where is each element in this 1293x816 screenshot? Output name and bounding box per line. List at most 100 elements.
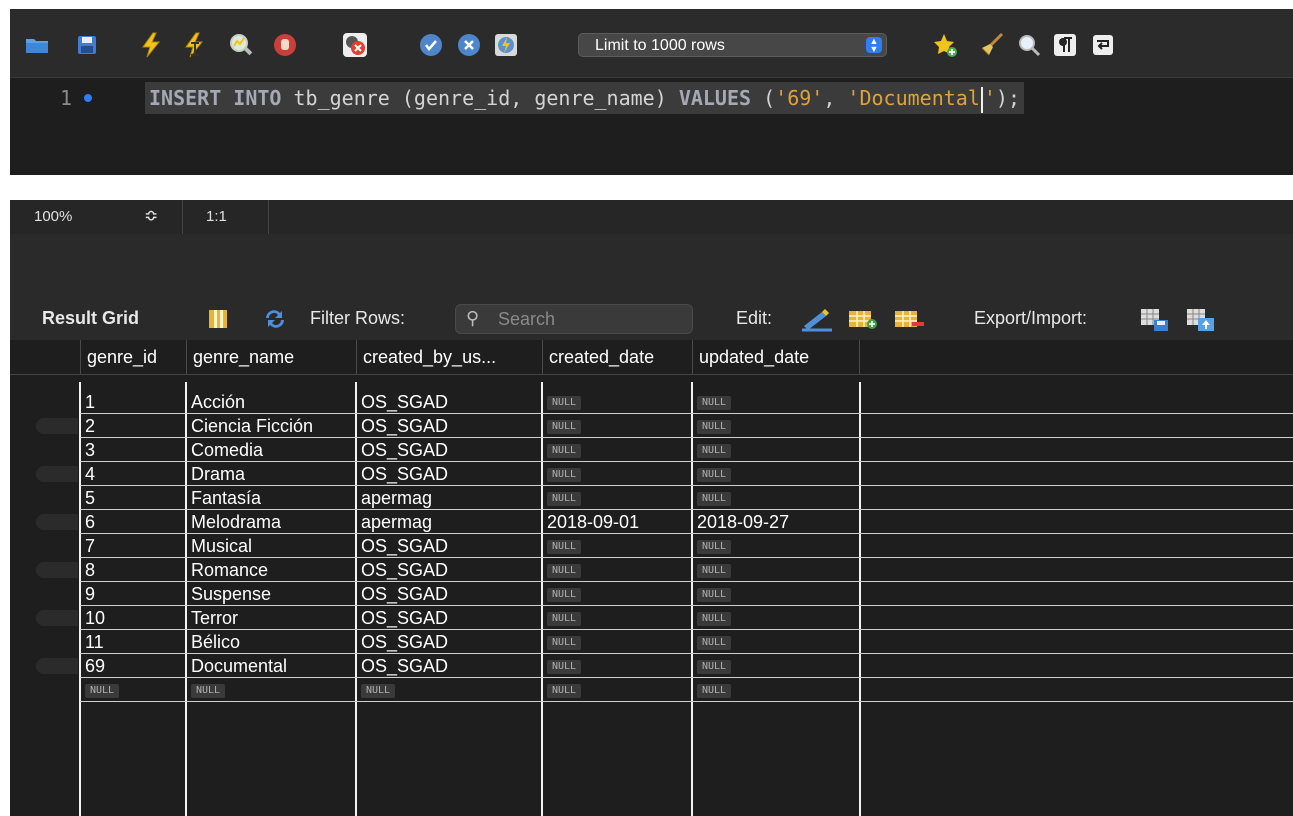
- import-icon[interactable]: [1186, 308, 1214, 331]
- filter-search-input[interactable]: [496, 308, 680, 331]
- cell-created-by-user[interactable]: OS_SGAD: [356, 414, 542, 438]
- cell-created-by-user[interactable]: OS_SGAD: [356, 558, 542, 582]
- sql-statement-line[interactable]: INSERT INTO tb_genre (genre_id, genre_na…: [145, 82, 1025, 114]
- cell-updated-date[interactable]: NULL: [692, 630, 860, 654]
- delete-row-icon[interactable]: [894, 308, 924, 330]
- row-selector[interactable]: [36, 658, 78, 674]
- invisible-chars-icon[interactable]: [1052, 32, 1078, 58]
- cell-updated-date[interactable]: NULL: [692, 486, 860, 510]
- add-row-icon[interactable]: [848, 308, 877, 330]
- cell-genre-name[interactable]: Comedia: [186, 438, 356, 462]
- cell-genre-id[interactable]: 5: [80, 486, 186, 510]
- autocommit-icon[interactable]: [493, 32, 519, 58]
- cell-genre-id[interactable]: 6: [80, 510, 186, 534]
- filter-search-field[interactable]: ⚲: [455, 304, 693, 334]
- cell-genre-name[interactable]: Suspense: [186, 582, 356, 606]
- row-selector[interactable]: [36, 514, 78, 530]
- cell-updated-date[interactable]: 2018-09-27: [692, 510, 860, 534]
- beautify-icon[interactable]: [978, 32, 1004, 58]
- table-row[interactable]: 10 Terror OS_SGAD NULL NULL: [10, 606, 1293, 630]
- row-selector[interactable]: [36, 610, 78, 626]
- cell-genre-id[interactable]: NULL: [80, 678, 186, 702]
- column-header-created-by-user[interactable]: created_by_us...: [356, 340, 542, 374]
- cell-created-date[interactable]: NULL: [542, 654, 692, 678]
- cell-genre-id[interactable]: 7: [80, 534, 186, 558]
- table-row[interactable]: 6 Melodrama apermag 2018-09-01 2018-09-27: [10, 510, 1293, 534]
- cell-created-date[interactable]: NULL: [542, 390, 692, 414]
- cell-genre-name[interactable]: Bélico: [186, 630, 356, 654]
- bookmark-icon[interactable]: [932, 32, 958, 58]
- wrap-icon[interactable]: [1090, 32, 1116, 58]
- cell-genre-name[interactable]: Terror: [186, 606, 356, 630]
- cell-genre-name[interactable]: Melodrama: [186, 510, 356, 534]
- form-view-icon[interactable]: [206, 308, 232, 330]
- table-row[interactable]: 5 Fantasía apermag NULL NULL: [10, 486, 1293, 510]
- export-icon[interactable]: [1140, 308, 1168, 331]
- zoom-level[interactable]: 100%: [34, 208, 72, 225]
- cell-genre-name[interactable]: Drama: [186, 462, 356, 486]
- cell-genre-name[interactable]: Musical: [186, 534, 356, 558]
- cell-created-by-user[interactable]: NULL: [356, 678, 542, 702]
- limit-rows-select[interactable]: Limit to 1000 rows ▲ ▼: [578, 33, 887, 57]
- cell-genre-id[interactable]: 2: [80, 414, 186, 438]
- edit-cell-icon[interactable]: [800, 308, 832, 332]
- toggle-error-icon[interactable]: [342, 32, 368, 58]
- cell-created-date[interactable]: NULL: [542, 606, 692, 630]
- cell-genre-id[interactable]: 69: [80, 654, 186, 678]
- commit-icon[interactable]: [418, 32, 444, 58]
- table-row[interactable]: 11 Bélico OS_SGAD NULL NULL: [10, 630, 1293, 654]
- cell-genre-name[interactable]: Ciencia Ficción: [186, 414, 356, 438]
- cell-genre-name[interactable]: Acción: [186, 390, 356, 414]
- sql-code-area[interactable]: 1 INSERT INTO tb_genre (genre_id, genre_…: [10, 78, 1293, 175]
- cell-created-date[interactable]: NULL: [542, 558, 692, 582]
- cell-created-by-user[interactable]: OS_SGAD: [356, 606, 542, 630]
- cell-created-date[interactable]: NULL: [542, 582, 692, 606]
- rollback-icon[interactable]: [456, 32, 482, 58]
- cell-created-by-user[interactable]: OS_SGAD: [356, 462, 542, 486]
- zoom-stepper-icon[interactable]: ≎: [144, 206, 158, 226]
- cell-genre-id[interactable]: 8: [80, 558, 186, 582]
- cell-genre-name[interactable]: Documental: [186, 654, 356, 678]
- explain-icon[interactable]: [228, 32, 254, 58]
- cell-created-date[interactable]: NULL: [542, 414, 692, 438]
- cell-updated-date[interactable]: NULL: [692, 558, 860, 582]
- execute-icon[interactable]: [138, 32, 164, 58]
- save-icon[interactable]: [74, 32, 100, 58]
- table-row[interactable]: 69 Documental OS_SGAD NULL NULL: [10, 654, 1293, 678]
- row-selector[interactable]: [36, 466, 78, 482]
- table-row[interactable]: 4 Drama OS_SGAD NULL NULL: [10, 462, 1293, 486]
- cell-created-date[interactable]: NULL: [542, 534, 692, 558]
- column-header-created-date[interactable]: created_date: [542, 340, 692, 374]
- table-row[interactable]: 9 Suspense OS_SGAD NULL NULL: [10, 582, 1293, 606]
- table-row[interactable]: NULL NULL NULL NULL NULL: [10, 678, 1293, 702]
- cell-updated-date[interactable]: NULL: [692, 414, 860, 438]
- cell-created-date[interactable]: NULL: [542, 438, 692, 462]
- cell-genre-id[interactable]: 1: [80, 390, 186, 414]
- table-row[interactable]: 8 Romance OS_SGAD NULL NULL: [10, 558, 1293, 582]
- cell-created-date[interactable]: 2018-09-01: [542, 510, 692, 534]
- cell-created-by-user[interactable]: apermag: [356, 486, 542, 510]
- cell-created-date[interactable]: NULL: [542, 678, 692, 702]
- cell-created-date[interactable]: NULL: [542, 486, 692, 510]
- cell-updated-date[interactable]: NULL: [692, 462, 860, 486]
- row-selector[interactable]: [36, 562, 78, 578]
- cell-updated-date[interactable]: NULL: [692, 390, 860, 414]
- cell-genre-name[interactable]: Romance: [186, 558, 356, 582]
- cell-created-by-user[interactable]: OS_SGAD: [356, 438, 542, 462]
- table-row[interactable]: 3 Comedia OS_SGAD NULL NULL: [10, 438, 1293, 462]
- table-row[interactable]: 1 Acción OS_SGAD NULL NULL: [10, 390, 1293, 414]
- cell-created-by-user[interactable]: OS_SGAD: [356, 390, 542, 414]
- cell-updated-date[interactable]: NULL: [692, 606, 860, 630]
- cell-created-by-user[interactable]: OS_SGAD: [356, 582, 542, 606]
- column-header-updated-date[interactable]: updated_date: [692, 340, 860, 374]
- cell-genre-id[interactable]: 3: [80, 438, 186, 462]
- cell-created-date[interactable]: NULL: [542, 462, 692, 486]
- cell-created-by-user[interactable]: OS_SGAD: [356, 534, 542, 558]
- cell-genre-id[interactable]: 4: [80, 462, 186, 486]
- column-header-genre-id[interactable]: genre_id: [80, 340, 186, 374]
- cell-updated-date[interactable]: NULL: [692, 654, 860, 678]
- cell-created-by-user[interactable]: OS_SGAD: [356, 654, 542, 678]
- cell-updated-date[interactable]: NULL: [692, 582, 860, 606]
- find-icon[interactable]: [1016, 32, 1042, 58]
- folder-icon[interactable]: [24, 32, 50, 58]
